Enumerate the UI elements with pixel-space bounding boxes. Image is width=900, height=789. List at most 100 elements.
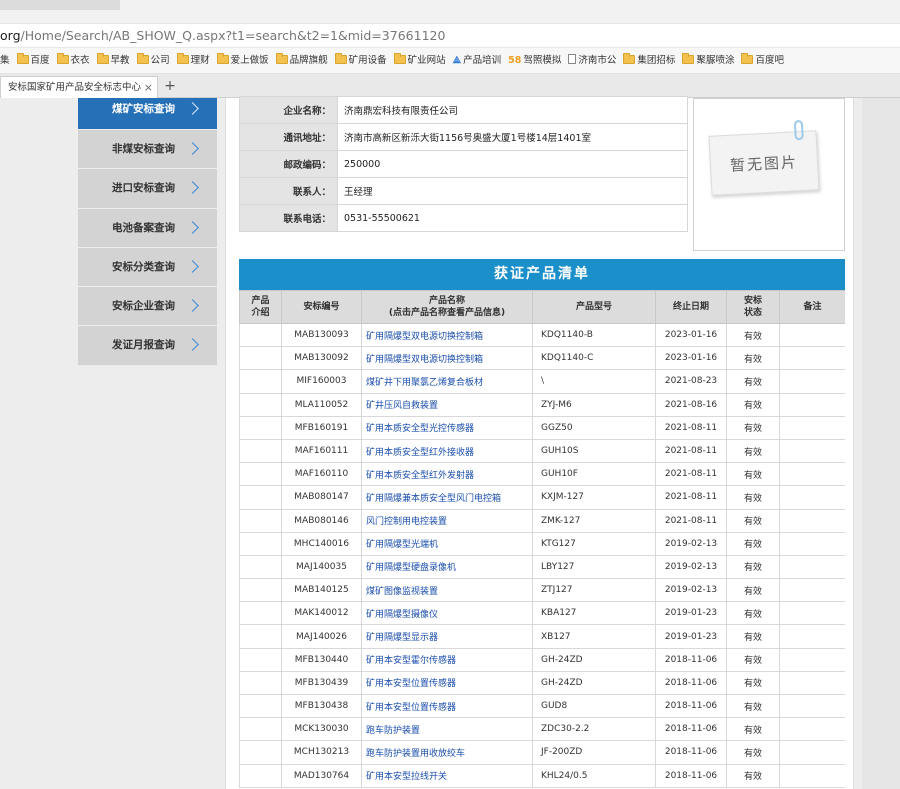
- product-status: 有效: [726, 531, 780, 556]
- product-expiry: 2018-11-06: [655, 763, 727, 788]
- bookmark-item[interactable]: 爱上做饭: [216, 48, 269, 73]
- product-name-link[interactable]: 矿用隔爆型双电源切换控制箱: [361, 322, 533, 348]
- product-expiry: 2021-08-23: [655, 369, 727, 394]
- sidebar-item[interactable]: 安标分类查询: [78, 248, 217, 288]
- product-name-link[interactable]: 矿用隔爆型摄像仪: [361, 601, 533, 626]
- info-label: 联系人：: [239, 177, 338, 205]
- bookmark-item[interactable]: 矿用设备: [334, 48, 387, 73]
- folder-icon: [275, 53, 288, 64]
- bookmark-item[interactable]: 理财: [176, 48, 210, 73]
- bookmark-label: 理财: [190, 55, 210, 66]
- product-name-link[interactable]: 风门控制用电控装置: [361, 508, 533, 533]
- product-name-link[interactable]: 矿用本安型位置传感器: [361, 693, 533, 719]
- product-row: MAF160110 矿用本质安全型红外发射器 GUH10F 2021-08-11 有效: [239, 462, 845, 487]
- col-intro: 产品 介绍: [239, 290, 282, 324]
- product-name-link[interactable]: 矿井压风自救装置: [361, 392, 533, 417]
- product-list: 获证产品清单 产品 介绍 安标编号 产品名称 (点击产品名称查看产品信息) 产品…: [239, 259, 845, 789]
- address-path: /Home/Search/AB_SHOW_Q.aspx?t1=search&t2…: [20, 28, 446, 43]
- product-intro-cell: [239, 578, 282, 603]
- product-name-link[interactable]: 矿用本质安全型红外接收器: [361, 438, 533, 464]
- folder-icon: [16, 53, 29, 64]
- product-list-title: 获证产品清单: [239, 259, 845, 290]
- bookmark-item[interactable]: ⟁ 产品培训: [453, 48, 502, 73]
- sidebar-item-label: 发证月报查询: [112, 339, 175, 352]
- product-expiry: 2021-08-11: [655, 415, 727, 440]
- info-row: 企业名称： 济南鼎宏科技有限责任公司: [239, 96, 688, 124]
- sidebar-item[interactable]: 安标企业查询: [78, 287, 217, 327]
- bookmark-label: 百度吧: [755, 55, 784, 66]
- bookmark-item[interactable]: 聚脲喷涂: [682, 48, 734, 73]
- folder-icon: [741, 53, 754, 64]
- product-row: MAB080146 风门控制用电控装置 ZMK-127 2021-08-11 有效: [239, 508, 845, 533]
- product-row: MFB130440 矿用本安型霍尔传感器 GH-24ZD 2018-11-06 有效: [239, 647, 845, 672]
- bookmark-item[interactable]: 品牌旗舰: [275, 48, 328, 73]
- product-name-link[interactable]: 矿用隔爆兼本质安全型风门电控箱: [361, 485, 533, 510]
- product-expiry: 2018-11-06: [655, 670, 727, 696]
- new-tab-button[interactable]: +: [162, 76, 178, 96]
- product-remark: [779, 415, 845, 440]
- product-name-link[interactable]: 矿用隔爆型显示器: [361, 624, 533, 649]
- address-bar[interactable]: org/Home/Search/AB_SHOW_Q.aspx?t1=search…: [0, 24, 900, 48]
- product-name-link[interactable]: 矿用本安型拉线开关: [361, 763, 533, 788]
- sidebar-nav: 煤矿安标查询 非煤安标查询 进口安标查询 电池备案查询 安标分类查询 安标企业查询发证月报…: [78, 98, 217, 366]
- sidebar-item[interactable]: 煤矿安标查询: [78, 98, 217, 130]
- product-model: GUH10F: [532, 462, 656, 487]
- product-row: MAK140012 矿用隔爆型摄像仪 KBA127 2019-01-23 有效: [239, 601, 845, 626]
- product-status: 有效: [726, 392, 780, 417]
- product-name-link[interactable]: 跑车防护装置: [361, 717, 533, 742]
- bookmark-item[interactable]: 百度: [16, 48, 50, 73]
- product-intro-cell: [239, 346, 282, 371]
- product-row: MAB140125 煤矿图像监视装置 ZTJ127 2019-02-13 有效: [239, 578, 845, 603]
- product-name-link[interactable]: 矿用本安型位置传感器: [361, 670, 533, 696]
- product-name-link[interactable]: 煤矿图像监视装置: [361, 578, 533, 603]
- product-name-link[interactable]: 矿用本质安全型红外发射器: [361, 462, 533, 487]
- product-expiry: 2018-11-06: [655, 717, 727, 742]
- badge-58-icon: 58: [508, 55, 522, 66]
- bookmark-item[interactable]: 58 驾照模拟: [508, 48, 561, 73]
- bookmark-item[interactable]: 公司: [136, 48, 170, 73]
- sidebar-item[interactable]: 发证月报查询: [78, 326, 217, 366]
- product-table: 产品 介绍 安标编号 产品名称 (点击产品名称查看产品信息) 产品型号 终止日期…: [239, 290, 845, 788]
- bookmark-item[interactable]: 百度吧: [741, 48, 784, 73]
- product-remark: [779, 624, 845, 649]
- bookmark-item[interactable]: 矿业网站: [393, 48, 446, 73]
- product-code: MCH130213: [281, 740, 362, 765]
- product-row: MAF160111 矿用本质安全型红外接收器 GUH10S 2021-08-11 有效: [239, 438, 845, 464]
- product-status: 有效: [726, 670, 780, 696]
- product-row: MAB130092 矿用隔爆型双电源切换控制箱 KDQ1140-C 2023-01-1…: [239, 346, 845, 371]
- sidebar-item[interactable]: 进口安标查询: [78, 169, 217, 209]
- sidebar-item[interactable]: 电池备案查询: [78, 209, 217, 248]
- chevron-right-icon: [186, 220, 199, 234]
- sidebar-item[interactable]: 非煤安标查询: [78, 130, 217, 170]
- product-name-link[interactable]: 矿用本安型霍尔传感器: [361, 647, 533, 672]
- product-name-link[interactable]: 矿用本质安全型光控传感器: [361, 415, 533, 440]
- product-name-link[interactable]: 矿用隔爆型硬盘录像机: [361, 554, 533, 580]
- col-status: 安标 状态: [726, 290, 780, 324]
- product-table-header: 产品 介绍 安标编号 产品名称 (点击产品名称查看产品信息) 产品型号 终止日期…: [239, 290, 845, 324]
- bookmark-item[interactable]: 集: [0, 48, 10, 73]
- bookmark-label: 品牌旗舰: [289, 55, 328, 66]
- bookmark-item[interactable]: 早教: [96, 48, 130, 73]
- info-value: 济南市高新区新泺大街1156号奥盛大厦1号楼14层1401室: [337, 123, 688, 151]
- right-margin: [862, 98, 900, 789]
- product-code: MFB160191: [281, 415, 362, 440]
- product-row: MHC140016 矿用隔爆型光端机 KTG127 2019-02-13 有效: [239, 531, 845, 556]
- bookmark-item[interactable]: 集团招标: [623, 48, 675, 73]
- product-status: 有效: [726, 693, 780, 719]
- product-model: GUH10S: [532, 438, 656, 464]
- product-model: GH-24ZD: [532, 670, 656, 696]
- close-icon[interactable]: ×: [144, 77, 153, 98]
- product-model: KDQ1140-B: [532, 322, 656, 348]
- bookmark-item[interactable]: 济南市公: [568, 48, 616, 73]
- product-expiry: 2021-08-11: [655, 508, 727, 533]
- product-code: MAB130093: [281, 322, 362, 348]
- product-name-link[interactable]: 煤矿井下用聚氯乙烯复合板材: [361, 369, 533, 394]
- product-expiry: 2018-11-06: [655, 740, 727, 765]
- product-name-link[interactable]: 矿用隔爆型双电源切换控制箱: [361, 346, 533, 371]
- product-row: MAJ140035 矿用隔爆型硬盘录像机 LBY127 2019-02-13 有效: [239, 554, 845, 580]
- tab-active[interactable]: 安标国家矿用产品安全标志中心 ×: [0, 76, 158, 98]
- product-intro-cell: [239, 647, 282, 672]
- bookmark-item[interactable]: 衣衣: [56, 48, 90, 73]
- product-name-link[interactable]: 跑车防护装置用收放绞车: [361, 740, 533, 765]
- product-name-link[interactable]: 矿用隔爆型光端机: [361, 531, 533, 556]
